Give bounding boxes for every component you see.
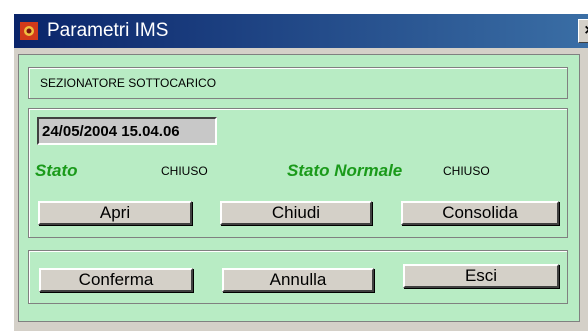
- esci-button[interactable]: Esci: [403, 264, 559, 288]
- apri-button[interactable]: Apri: [38, 201, 192, 225]
- status-box: 24/05/2004 15.04.06 Stato CHIUSO Stato N…: [28, 108, 568, 238]
- window-title: Parametri IMS: [47, 20, 169, 41]
- footer-box: Conferma Annulla Esci: [28, 250, 568, 304]
- consolida-button[interactable]: Consolida: [401, 201, 559, 225]
- dialog-window: Parametri IMS × SEZIONATORE SOTTOCARICO …: [0, 0, 588, 331]
- timestamp-field: 24/05/2004 15.04.06: [37, 117, 217, 145]
- conferma-button[interactable]: Conferma: [39, 268, 193, 292]
- close-button[interactable]: ×: [578, 19, 588, 43]
- device-type-label: SEZIONATORE SOTTOCARICO: [40, 76, 217, 90]
- stato-normale-value: CHIUSO: [443, 164, 490, 178]
- stato-label: Stato: [35, 161, 78, 180]
- stato-normale-label: Stato Normale: [287, 161, 403, 180]
- chiudi-button[interactable]: Chiudi: [220, 201, 372, 225]
- title-bar[interactable]: Parametri IMS ×: [14, 14, 588, 48]
- annulla-button[interactable]: Annulla: [222, 268, 374, 292]
- stato-value: CHIUSO: [161, 164, 208, 178]
- device-type-box: SEZIONATORE SOTTOCARICO: [28, 67, 568, 99]
- app-icon: [20, 22, 38, 40]
- parameters-panel: SEZIONATORE SOTTOCARICO 24/05/2004 15.04…: [18, 54, 580, 322]
